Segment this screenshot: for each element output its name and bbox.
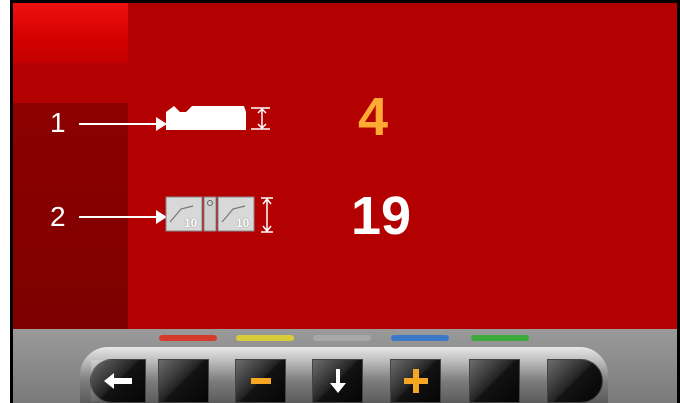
led-yellow: [236, 335, 294, 341]
plus-button[interactable]: [390, 359, 441, 403]
row-1-arrow: [79, 117, 167, 131]
back-button[interactable]: [90, 359, 146, 403]
led-green: [471, 335, 529, 341]
balance-weight-clip-icon: [166, 106, 270, 130]
weight-label-1: 10: [184, 216, 198, 230]
plus-icon: [391, 360, 440, 402]
balancer-screen: 1 4 2 10 10 19: [13, 3, 677, 403]
adhesive-weight-icon: 10 10: [163, 194, 303, 234]
f5-button[interactable]: [469, 359, 520, 403]
corner-highlight: [13, 3, 128, 63]
minus-button[interactable]: [235, 359, 286, 403]
led-red: [159, 335, 217, 341]
f1-button[interactable]: [158, 359, 209, 403]
minus-icon: [236, 360, 285, 402]
led-grey: [313, 335, 371, 341]
row-2-number: 2: [50, 201, 66, 232]
row-2-value: 19: [351, 186, 412, 246]
back-arrow-icon: [91, 360, 145, 402]
row-1-value: 4: [358, 87, 389, 147]
led-blue: [391, 335, 449, 341]
f6-button[interactable]: [547, 359, 603, 403]
row-1-number: 1: [50, 107, 66, 138]
weight-label-2: 10: [236, 216, 250, 230]
row-2-arrow: [79, 210, 167, 224]
down-button[interactable]: [312, 359, 363, 403]
down-arrow-icon: [313, 360, 362, 402]
